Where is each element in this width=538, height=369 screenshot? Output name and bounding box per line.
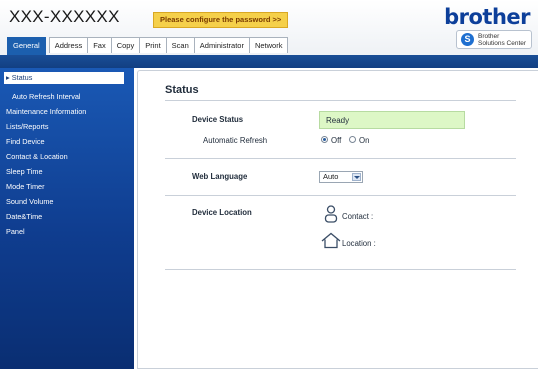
tab-copy[interactable]: Copy <box>110 37 141 53</box>
tab-scan[interactable]: Scan <box>165 37 195 53</box>
tab-print[interactable]: Print <box>139 37 167 53</box>
automatic-refresh-label: Automatic Refresh <box>203 136 268 145</box>
divider <box>165 158 516 159</box>
tab-fax[interactable]: Fax <box>87 37 112 53</box>
sidebar-item-status[interactable]: ▸ Status <box>4 72 124 84</box>
device-location-label: Device Location <box>192 208 252 217</box>
device-status-label: Device Status <box>192 115 244 124</box>
refresh-off-label: Off <box>331 136 342 145</box>
sidebar-item-date-time[interactable]: Date&Time <box>6 212 42 221</box>
sidebar-item-auto-refresh-interval[interactable]: Auto Refresh Interval <box>12 92 81 101</box>
sidebar-item-find-device[interactable]: Find Device <box>6 137 45 146</box>
tab-network[interactable]: Network <box>248 37 289 53</box>
main-tabs: General Address Fax Copy Print Scan Admi… <box>7 37 289 55</box>
sidebar-item-contact-location[interactable]: Contact & Location <box>6 152 68 161</box>
divider <box>165 100 516 101</box>
web-language-select[interactable]: Auto <box>319 171 363 183</box>
refresh-on-label: On <box>359 136 370 145</box>
caret-right-icon: ▸ <box>6 73 10 82</box>
sidebar-item-lists-reports[interactable]: Lists/Reports <box>6 122 49 131</box>
solutions-icon: S <box>461 33 474 46</box>
nav-band <box>0 55 538 68</box>
home-icon <box>321 232 341 249</box>
page-title: Status <box>165 84 199 96</box>
sidebar-item-maintenance-information[interactable]: Maintenance Information <box>6 107 86 116</box>
web-language-label: Web Language <box>192 172 248 181</box>
tab-general[interactable]: General <box>7 37 46 55</box>
model-name: XXX-XXXXXX <box>9 7 120 26</box>
sidebar: ▸ Status Auto Refresh Interval Maintenan… <box>0 68 134 369</box>
sidebar-item-mode-timer[interactable]: Mode Timer <box>6 182 45 191</box>
sidebar-item-sleep-time[interactable]: Sleep Time <box>6 167 43 176</box>
tab-administrator[interactable]: Administrator <box>193 37 250 53</box>
refresh-on-radio[interactable] <box>349 136 356 143</box>
refresh-off-radio[interactable] <box>321 136 328 143</box>
divider <box>165 269 516 270</box>
device-status-value: Ready <box>319 111 465 129</box>
tab-address[interactable]: Address <box>48 37 89 53</box>
solutions-center-button[interactable]: S Brother Solutions Center <box>456 30 532 49</box>
sidebar-item-sound-volume[interactable]: Sound Volume <box>6 197 53 206</box>
location-label: Location : <box>342 239 376 248</box>
divider <box>165 195 516 196</box>
sidebar-item-panel[interactable]: Panel <box>6 227 25 236</box>
person-icon <box>324 205 338 223</box>
solutions-label: Brother Solutions Center <box>478 33 527 47</box>
contact-label: Contact : <box>342 212 374 221</box>
chevron-down-icon <box>352 173 361 181</box>
brother-logo: brother <box>444 5 530 29</box>
configure-password-link[interactable]: Please configure the password >> <box>153 12 289 28</box>
